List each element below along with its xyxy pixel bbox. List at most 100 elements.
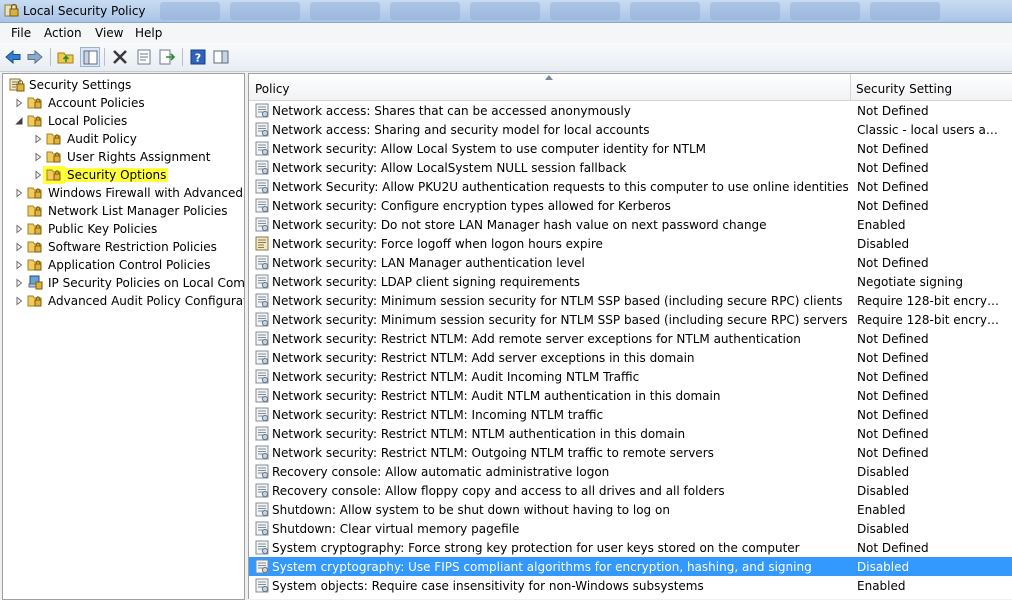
- policy-name: System cryptography: Use FIPS compliant …: [272, 560, 812, 574]
- policy-icon: [255, 578, 270, 593]
- security-setting-value: Not Defined: [857, 446, 929, 460]
- table-row[interactable]: System cryptography: Use FIPS compliant …: [249, 557, 1012, 576]
- table-row[interactable]: Network security: Restrict NTLM: Outgoin…: [249, 443, 1012, 462]
- delete-icon[interactable]: [110, 47, 130, 67]
- table-row[interactable]: Recovery console: Allow automatic admini…: [249, 462, 1012, 481]
- column-header-policy[interactable]: Policy: [249, 74, 851, 100]
- security-setting-value: Require 128-bit encrypti...: [857, 313, 1005, 327]
- background-taskbar-tabs: [150, 2, 1012, 20]
- policy-name: Network security: LAN Manager authentica…: [272, 256, 585, 270]
- ip-security-icon: [27, 275, 43, 290]
- table-row[interactable]: Network security: Restrict NTLM: Add rem…: [249, 329, 1012, 348]
- table-row[interactable]: Network security: Minimum session securi…: [249, 310, 1012, 329]
- table-row[interactable]: Network security: Minimum session securi…: [249, 291, 1012, 310]
- policy-icon: [255, 293, 270, 308]
- policy-name: Network security: Force logoff when logo…: [272, 237, 603, 251]
- collapsed-arrow-icon[interactable]: [14, 223, 24, 234]
- toolbar: ?: [0, 43, 1012, 72]
- policy-name: Network Security: Allow PKU2U authentica…: [272, 180, 848, 194]
- table-row[interactable]: Network security: Allow Local System to …: [249, 139, 1012, 158]
- table-row[interactable]: Network security: Do not store LAN Manag…: [249, 215, 1012, 234]
- up-folder-icon[interactable]: [56, 47, 76, 67]
- help-icon[interactable]: ?: [188, 47, 208, 67]
- tree-item-label: Audit Policy: [67, 132, 137, 146]
- policy-name: Network access: Shares that can be acces…: [272, 104, 631, 118]
- policy-name: Network security: Restrict NTLM: NTLM au…: [272, 427, 686, 441]
- table-row[interactable]: Network security: Restrict NTLM: Audit I…: [249, 367, 1012, 386]
- table-row[interactable]: System cryptography: Force strong key pr…: [249, 538, 1012, 557]
- menu-file[interactable]: File: [9, 26, 33, 40]
- security-setting-value: Not Defined: [857, 370, 929, 384]
- export-list-icon[interactable]: [157, 47, 177, 67]
- table-row[interactable]: Network security: Restrict NTLM: Add ser…: [249, 348, 1012, 367]
- folder-icon: [27, 203, 43, 218]
- table-row[interactable]: Network security: Allow LocalSystem NULL…: [249, 158, 1012, 177]
- table-row[interactable]: Shutdown: Clear virtual memory pagefile D…: [249, 519, 1012, 538]
- table-row[interactable]: System objects: Require case insensitivi…: [249, 576, 1012, 595]
- policy-alt-icon: [255, 236, 270, 251]
- security-setting-value: Require 128-bit encrypti...: [857, 294, 1005, 308]
- tree-item-label: Windows Firewall with Advanced Secu: [48, 186, 244, 200]
- tree-item-label: Application Control Policies: [48, 258, 211, 272]
- menu-view[interactable]: View: [93, 26, 125, 40]
- properties-icon[interactable]: [134, 47, 154, 67]
- policy-icon: [255, 464, 270, 479]
- collapsed-arrow-icon[interactable]: [14, 277, 24, 288]
- policy-icon: [255, 502, 270, 517]
- show-hide-tree-icon[interactable]: [80, 47, 100, 67]
- policy-name: Network security: Minimum session securi…: [272, 294, 843, 308]
- tree-item-label: Public Key Policies: [48, 222, 158, 236]
- folder-icon: [27, 293, 43, 308]
- table-row[interactable]: Network security: Restrict NTLM: Audit N…: [249, 386, 1012, 405]
- collapsed-arrow-icon[interactable]: [14, 241, 24, 252]
- collapsed-arrow-icon[interactable]: [14, 97, 24, 108]
- table-row[interactable]: Recovery console: Allow floppy copy and …: [249, 481, 1012, 500]
- collapsed-arrow-icon[interactable]: [33, 169, 43, 180]
- security-setting-value: Not Defined: [857, 541, 929, 555]
- list-header: Policy Security Setting: [249, 74, 1012, 101]
- table-row[interactable]: Network access: Sharing and security mod…: [249, 120, 1012, 139]
- menu-action[interactable]: Action: [42, 26, 84, 40]
- back-arrow-icon[interactable]: [3, 47, 23, 67]
- security-setting-value: Not Defined: [857, 332, 929, 346]
- column-label-setting: Security Setting: [856, 82, 953, 96]
- policy-name: Recovery console: Allow floppy copy and …: [272, 484, 725, 498]
- security-setting-value: Not Defined: [857, 389, 929, 403]
- tree-item-label: Software Restriction Policies: [48, 240, 217, 254]
- policy-icon: [255, 217, 270, 232]
- policy-icon: [255, 426, 270, 441]
- policy-icon: [255, 198, 270, 213]
- collapsed-arrow-icon[interactable]: [33, 133, 43, 144]
- expanded-arrow-icon[interactable]: [14, 115, 24, 125]
- policy-icon: [255, 274, 270, 289]
- column-header-security-setting[interactable]: Security Setting: [851, 74, 1012, 100]
- folder-icon: [27, 185, 43, 200]
- menu-bar: File Action View Help: [0, 23, 1012, 43]
- collapsed-arrow-icon[interactable]: [33, 151, 43, 162]
- forward-arrow-icon[interactable]: [25, 47, 45, 67]
- policy-icon: [255, 350, 270, 365]
- policy-icon: [255, 179, 270, 194]
- collapsed-arrow-icon[interactable]: [14, 187, 24, 198]
- table-row[interactable]: Network security: Restrict NTLM: NTLM au…: [249, 424, 1012, 443]
- policy-name: Network security: Allow LocalSystem NULL…: [272, 161, 627, 175]
- security-setting-value: Not Defined: [857, 104, 929, 118]
- table-row[interactable]: Network security: Configure encryption t…: [249, 196, 1012, 215]
- table-row[interactable]: Network access: Shares that can be acces…: [249, 101, 1012, 120]
- show-pane-icon[interactable]: [211, 47, 231, 67]
- collapsed-arrow-icon[interactable]: [14, 259, 24, 270]
- policy-name: Network security: Allow Local System to …: [272, 142, 707, 156]
- policy-name: Network security: Restrict NTLM: Add ser…: [272, 351, 695, 365]
- table-row[interactable]: Shutdown: Allow system to be shut down w…: [249, 500, 1012, 519]
- table-row[interactable]: Network security: Force logoff when logo…: [249, 234, 1012, 253]
- table-row[interactable]: Network Security: Allow PKU2U authentica…: [249, 177, 1012, 196]
- policy-name: Network security: Restrict NTLM: Audit I…: [272, 370, 640, 384]
- policy-icon: [255, 122, 270, 137]
- menu-help[interactable]: Help: [133, 26, 164, 40]
- table-row[interactable]: Network security: Restrict NTLM: Incomin…: [249, 405, 1012, 424]
- tree-item-label: Account Policies: [48, 96, 145, 110]
- collapsed-arrow-icon[interactable]: [14, 295, 24, 306]
- table-row[interactable]: Network security: LAN Manager authentica…: [249, 253, 1012, 272]
- table-row[interactable]: Network security: LDAP client signing re…: [249, 272, 1012, 291]
- tree-item-label: Advanced Audit Policy Configuration: [48, 294, 245, 308]
